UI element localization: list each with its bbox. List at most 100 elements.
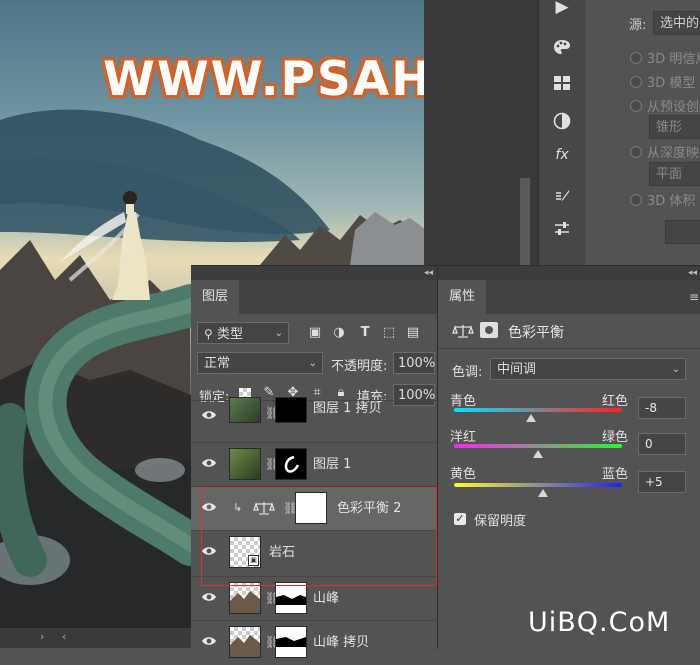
layer-mask-thumbnail — [275, 448, 307, 480]
source-dropdown[interactable]: 选中的 — [653, 11, 700, 35]
watermark-logo: WWW.PSAHZ.COM — [103, 52, 424, 107]
panel-icon-column: ▶ fx — [538, 0, 586, 265]
cyan-red-slider-thumb[interactable] — [526, 414, 537, 422]
layer-thumbnail — [229, 448, 261, 480]
yellow-blue-track[interactable] — [454, 483, 622, 487]
play-icon[interactable]: ▶ — [549, 0, 575, 18]
properties-panel: ◂◂ 属性 ≡ 色彩平衡 色调: 中间调 ⌄ 青色 红色 -8 洋红 绿色 0 … — [437, 265, 700, 649]
layer-row[interactable]: ⛓︎ 图层 1 — [191, 442, 437, 486]
option-radio[interactable] — [630, 146, 642, 158]
magenta-green-value[interactable]: 0 — [638, 433, 686, 455]
tab-layers[interactable]: 图层 — [191, 280, 239, 314]
link-icon: ⛓︎ — [265, 591, 281, 605]
panel-menu-icon[interactable]: ≡ — [689, 290, 699, 304]
red-label: 红色 — [602, 394, 629, 409]
source-label: 源: — [629, 18, 647, 33]
layer-thumbnail — [229, 397, 261, 423]
tone-label: 色调: — [452, 365, 483, 380]
tone-value: 中间调 — [497, 362, 537, 377]
layer-row[interactable]: ⛓︎ 图层 1 拷贝 — [191, 397, 437, 431]
magenta-green-slider-thumb[interactable] — [533, 450, 543, 458]
properties-tab-bar: 属性 ≡ — [438, 280, 700, 314]
magenta-label: 洋红 — [450, 430, 477, 445]
preset-dropdown[interactable]: 锥形 — [649, 115, 700, 139]
cyan-label: 青色 — [450, 394, 477, 409]
preserve-luminosity-checkbox[interactable]: ✓ — [454, 513, 466, 525]
filter-type-dropdown[interactable]: ⚲ 类型 ⌄ — [197, 322, 289, 344]
layer-thumbnail — [229, 582, 261, 614]
magenta-green-track[interactable] — [454, 444, 622, 448]
pixel-filter-icon[interactable]: ▣ — [307, 325, 323, 341]
link-icon: ⛓︎ — [265, 406, 281, 420]
mask-icon[interactable] — [480, 322, 498, 338]
brush-icon[interactable] — [549, 186, 575, 208]
option-volume[interactable]: 3D 体积 — [647, 190, 695, 209]
layer-row[interactable]: ⛓︎ 山峰 拷贝 — [191, 620, 437, 664]
link-icon: ⛓︎ — [265, 457, 281, 471]
option-radio[interactable] — [630, 194, 642, 206]
option-preset[interactable]: 从预设创建 — [647, 96, 700, 115]
option-radio[interactable] — [630, 100, 642, 112]
yellow-label: 黄色 — [450, 467, 477, 482]
type-filter-icon[interactable]: T — [357, 325, 373, 341]
layer-thumbnail — [229, 626, 261, 658]
layer-mask-thumbnail — [275, 397, 307, 423]
layer-name[interactable]: 图层 1 拷贝 — [313, 401, 382, 431]
lock-artboard-icon[interactable]: ⌗ — [309, 385, 325, 401]
cyan-red-track[interactable] — [454, 408, 622, 412]
depth-dropdown[interactable]: 平面 — [649, 162, 700, 186]
chevron-down-icon: ⌄ — [671, 364, 680, 375]
visibility-eye-icon[interactable] — [201, 457, 217, 469]
canvas-status-strip: › ‹ — [0, 628, 191, 648]
adjustment-filter-icon[interactable]: ◑ — [331, 325, 347, 341]
tone-dropdown[interactable]: 中间调 ⌄ — [490, 358, 686, 380]
collapse-icon[interactable]: ◂◂ — [688, 266, 697, 280]
yellow-blue-slider-thumb[interactable] — [538, 489, 549, 497]
scroll-left-icon[interactable]: ‹ — [62, 630, 66, 643]
blend-mode-value: 正常 — [204, 356, 231, 371]
panel-drag-strip[interactable]: ◂◂ — [191, 266, 437, 280]
blend-mode-dropdown[interactable]: 正常 ⌄ — [197, 352, 323, 374]
option-radio[interactable] — [630, 76, 642, 88]
option-depth-map[interactable]: 从深度映射 — [647, 142, 700, 161]
palette-icon[interactable] — [549, 36, 575, 58]
option-postcard[interactable]: 3D 明信片 — [647, 48, 700, 67]
tab-properties[interactable]: 属性 — [438, 280, 486, 314]
layer-mask-thumbnail — [275, 582, 307, 614]
styles-fx-icon[interactable]: fx — [549, 144, 575, 166]
cyan-red-value[interactable]: -8 — [638, 397, 686, 419]
filter-type-value: 类型 — [216, 327, 243, 342]
option-radio[interactable] — [630, 52, 642, 64]
brush-settings-icon[interactable] — [549, 218, 575, 240]
layers-panel: ◂◂ 图层 ⚲ 类型 ⌄ ▣ ◑ T ⬚ ▤ 正常 ⌄ 不透明度: 100% 锁… — [191, 265, 437, 658]
search-icon: ⚲ — [204, 327, 213, 341]
scroll-right-icon[interactable]: › — [40, 630, 44, 643]
adjustments-icon[interactable] — [549, 110, 575, 132]
lock-all-icon[interactable]: 🔒︎ — [333, 385, 349, 401]
layer-name[interactable]: 山峰 拷贝 — [313, 621, 369, 665]
visibility-eye-icon[interactable] — [201, 591, 217, 603]
collapse-icon[interactable]: ◂◂ — [424, 266, 433, 280]
opacity-input[interactable]: 100% — [393, 352, 435, 374]
layer-name[interactable]: 图层 1 — [313, 443, 351, 487]
layer-mask-thumbnail — [275, 626, 307, 658]
adjustment-title: 色彩平衡 — [508, 325, 564, 341]
preserve-luminosity-label: 保留明度 — [474, 514, 527, 529]
chevron-down-icon: ⌄ — [274, 328, 283, 339]
swatches-icon[interactable] — [549, 72, 575, 94]
color-balance-icon — [452, 324, 474, 338]
vertical-scrollbar[interactable] — [520, 178, 530, 265]
smart-object-filter-icon[interactable]: ▤ — [405, 325, 421, 341]
shape-filter-icon[interactable]: ⬚ — [381, 325, 397, 341]
panel-drag-strip[interactable]: ◂◂ — [438, 266, 700, 280]
watermark-text: UiBQ.CoM — [528, 607, 671, 638]
chevron-down-icon: ⌄ — [308, 358, 317, 369]
option-model[interactable]: 3D 模型 — [647, 72, 695, 91]
create-button[interactable] — [665, 220, 700, 244]
green-label: 绿色 — [602, 430, 629, 445]
visibility-eye-icon[interactable] — [201, 635, 217, 647]
visibility-eye-icon[interactable] — [201, 409, 217, 421]
highlight-box — [201, 487, 437, 586]
divider — [438, 348, 700, 349]
yellow-blue-value[interactable]: +5 — [638, 471, 686, 493]
